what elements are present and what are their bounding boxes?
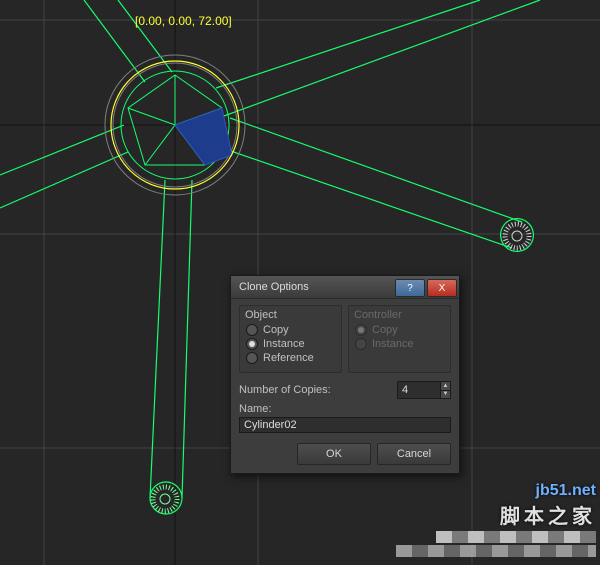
num-copies-input[interactable]	[398, 382, 440, 398]
radio-controller-instance: Instance	[355, 338, 444, 350]
radio-object-instance[interactable]: Instance	[246, 338, 335, 350]
viewport[interactable]: [0.00, 0.00, 72.00] Clone Options ? X Ob…	[0, 0, 600, 565]
radio-object-copy[interactable]: Copy	[246, 324, 335, 336]
decoration-stripes	[436, 531, 596, 543]
coordinate-readout: [0.00, 0.00, 72.00]	[135, 14, 232, 28]
radio-icon	[355, 324, 367, 336]
watermark: jb51.net 脚本之家	[396, 482, 596, 557]
name-label: Name:	[239, 403, 271, 415]
controller-group: Controller Copy Instance	[348, 305, 451, 373]
help-button[interactable]: ?	[395, 279, 425, 297]
selected-face	[175, 108, 232, 165]
spinner-up[interactable]: ▲	[440, 382, 450, 390]
dialog-title: Clone Options	[239, 281, 309, 293]
radio-icon	[246, 338, 258, 350]
num-copies-spinner[interactable]: ▲ ▼	[397, 381, 451, 399]
caster-icon	[505, 224, 529, 248]
radio-controller-copy: Copy	[355, 324, 444, 336]
number-of-copies-row: Number of Copies: ▲ ▼	[239, 381, 451, 399]
watermark-url: jb51.net	[396, 482, 596, 500]
radio-object-reference[interactable]: Reference	[246, 352, 335, 364]
close-icon: X	[439, 283, 446, 294]
radio-icon	[246, 352, 258, 364]
group-title-object: Object	[245, 309, 335, 321]
close-button[interactable]: X	[427, 279, 457, 297]
decoration-stripes	[396, 545, 596, 557]
radio-icon	[246, 324, 258, 336]
radio-icon	[355, 338, 367, 350]
dialog-titlebar[interactable]: Clone Options ? X	[231, 276, 459, 299]
object-group: Object Copy Instance Reference	[239, 305, 342, 373]
clone-options-dialog: Clone Options ? X Object Copy Instance R…	[230, 275, 460, 474]
caster-icon	[153, 487, 177, 511]
name-input[interactable]	[239, 417, 451, 433]
ok-button[interactable]: OK	[297, 443, 371, 465]
num-copies-label: Number of Copies:	[239, 384, 331, 396]
help-icon: ?	[407, 283, 413, 294]
spinner-down[interactable]: ▼	[440, 390, 450, 399]
watermark-text: 脚本之家	[396, 500, 596, 529]
cancel-button[interactable]: Cancel	[377, 443, 451, 465]
group-title-controller: Controller	[354, 309, 444, 321]
